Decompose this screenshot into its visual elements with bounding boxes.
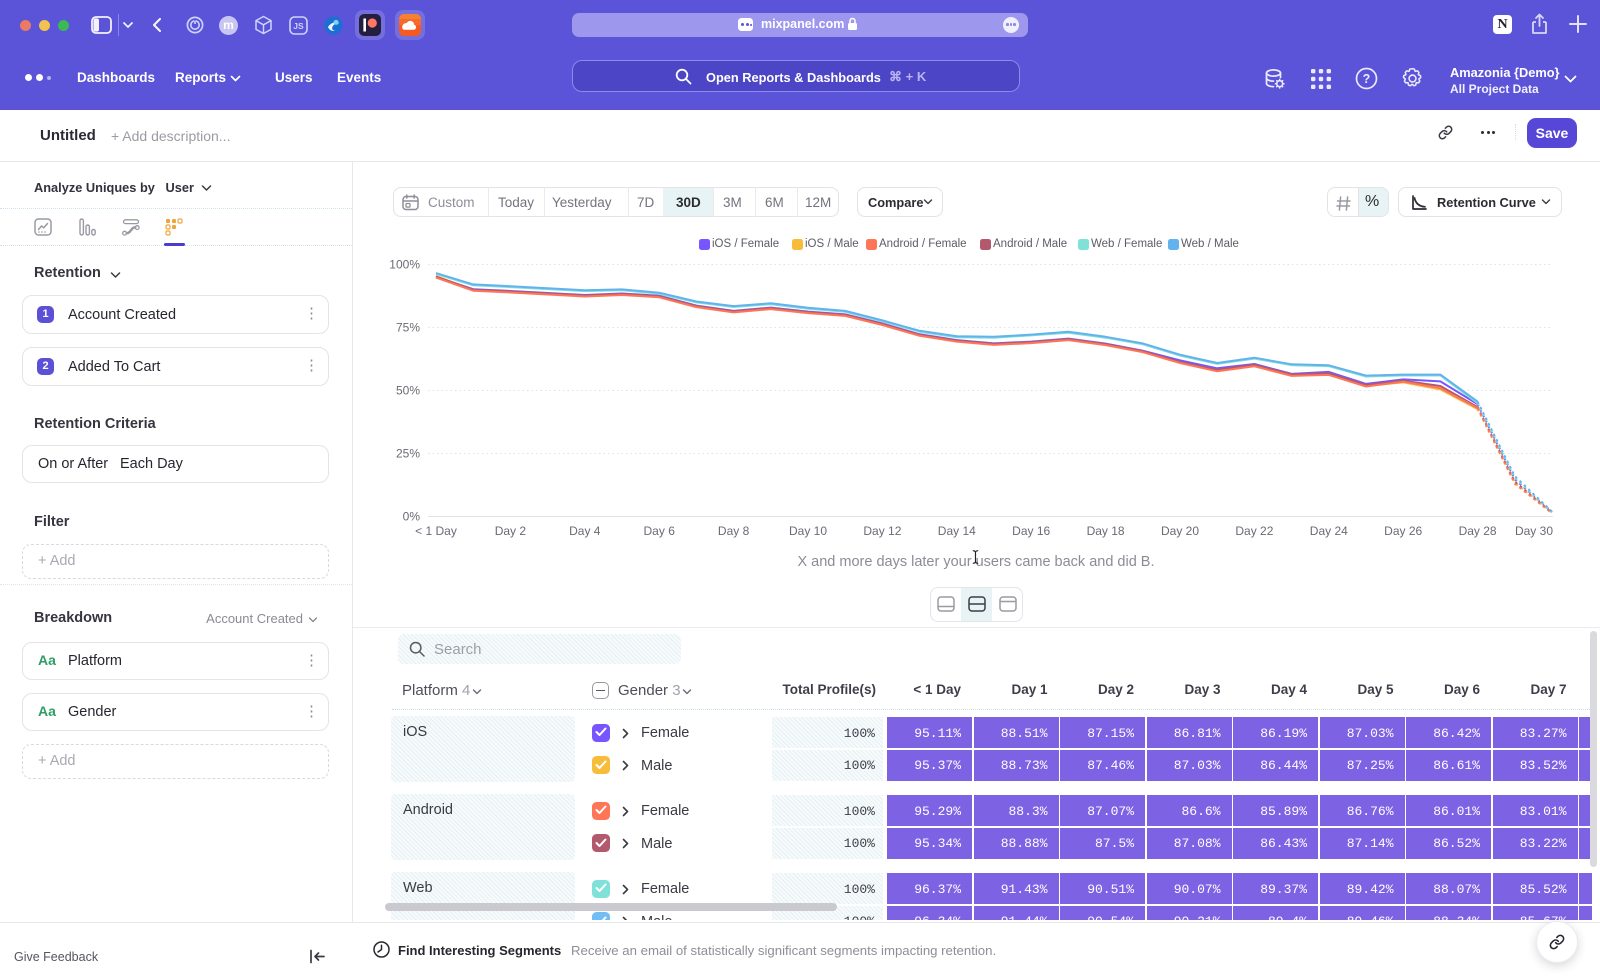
svg-text:Day 30: Day 30 [1515,524,1553,538]
svg-text:Day 20: Day 20 [1161,524,1199,538]
svg-text:Day 8: Day 8 [718,524,750,538]
svg-text:0%: 0% [403,510,421,524]
svg-text:50%: 50% [396,384,420,398]
svg-text:Day 26: Day 26 [1384,524,1422,538]
svg-text:Day 14: Day 14 [938,524,976,538]
svg-text:JS: JS [293,21,304,31]
svg-text:< 1 Day: < 1 Day [415,524,457,538]
svg-text:Day 12: Day 12 [863,524,901,538]
svg-text:Day 6: Day 6 [644,524,676,538]
svg-text:25%: 25% [396,447,420,461]
svg-text:Day 22: Day 22 [1235,524,1273,538]
svg-text:Day 4: Day 4 [569,524,601,538]
svg-text:100%: 100% [389,258,420,272]
svg-text:Day 18: Day 18 [1087,524,1125,538]
svg-text:Day 10: Day 10 [789,524,827,538]
svg-text:Day 16: Day 16 [1012,524,1050,538]
svg-text:Day 28: Day 28 [1459,524,1497,538]
svg-text:?: ? [1363,72,1371,86]
svg-text:Day 24: Day 24 [1310,524,1348,538]
svg-text:Day 2: Day 2 [495,524,527,538]
svg-text:75%: 75% [396,321,420,335]
